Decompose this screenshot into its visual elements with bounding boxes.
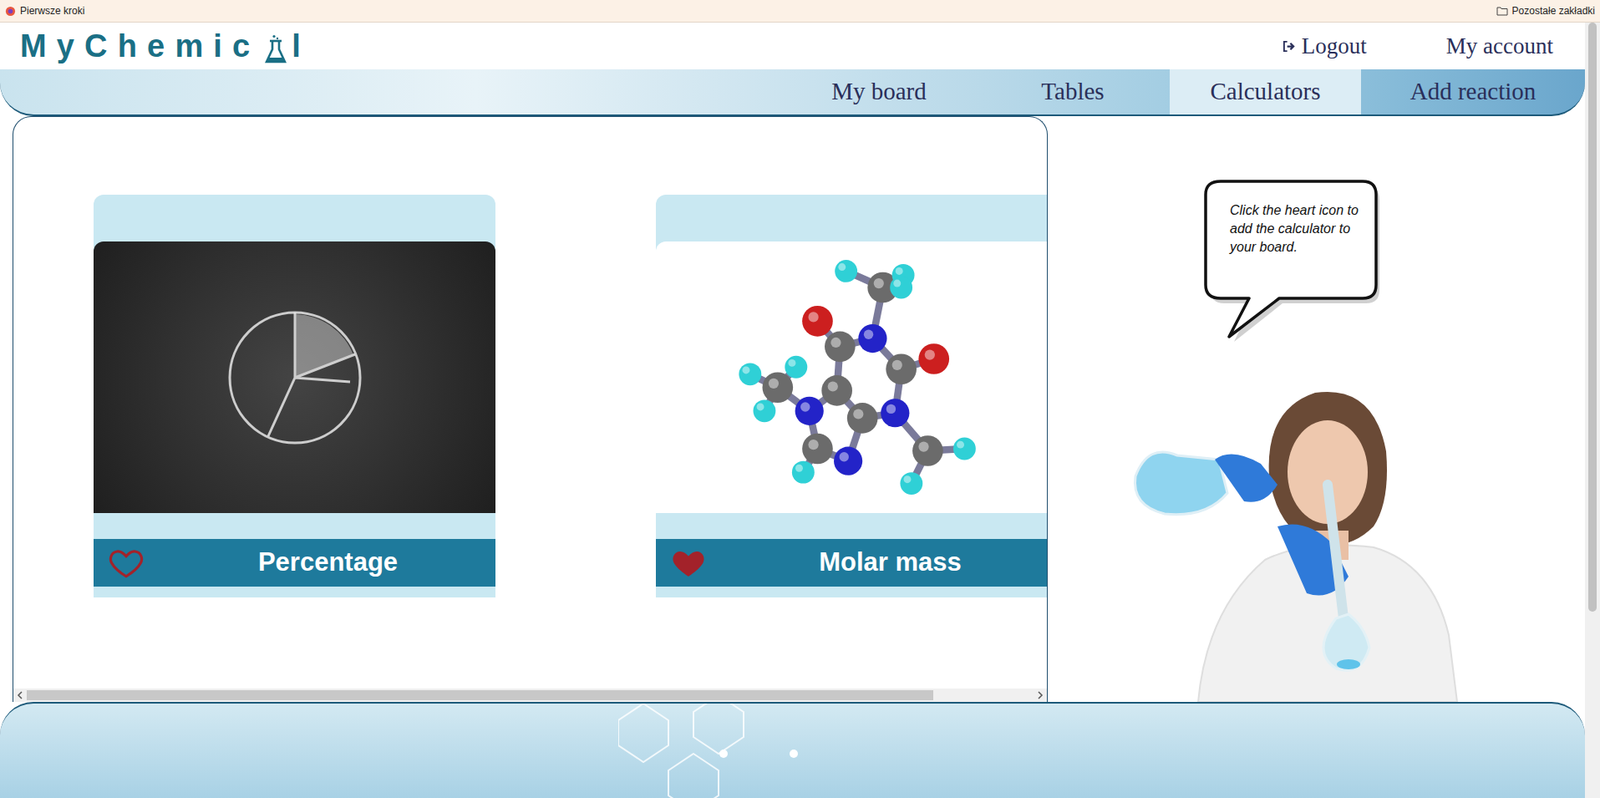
- molecule-icon: [655, 241, 1047, 514]
- hexagon-decoration-icon: [618, 703, 836, 798]
- main-nav: My boardTablesCalculatorsAdd reaction: [0, 69, 1585, 117]
- hint-bubble: Click the heart icon to add the calculat…: [1198, 176, 1385, 344]
- scroll-right-icon[interactable]: [1033, 688, 1047, 702]
- nav-item[interactable]: My board: [782, 69, 976, 115]
- bookmark[interactable]: Pierwsze kroki: [5, 3, 85, 19]
- molar-mass-image: [655, 241, 1047, 514]
- horizontal-scrollbar[interactable]: [13, 688, 1047, 702]
- site-footer: [0, 701, 1585, 798]
- scroll-thumb[interactable]: [26, 690, 934, 701]
- heart-icon[interactable]: [670, 545, 707, 581]
- nav-item[interactable]: Tables: [975, 69, 1170, 115]
- scroll-left-icon[interactable]: [13, 688, 27, 702]
- percentage-image: [93, 241, 496, 514]
- logout-icon: [1282, 40, 1296, 53]
- folder-icon: [1496, 5, 1509, 16]
- heart-icon[interactable]: [108, 545, 144, 581]
- logo[interactable]: MyChemicl: [20, 27, 311, 65]
- flask-icon: [264, 34, 287, 65]
- calculators-panel: Percentage Molar mass: [12, 116, 1048, 702]
- speech-bubble-icon: [1198, 176, 1385, 344]
- my-account-link[interactable]: My account: [1446, 29, 1554, 64]
- calculator-card[interactable]: Molar mass: [655, 194, 1047, 598]
- pie-chart-icon: [219, 302, 371, 453]
- vertical-scrollbar[interactable]: [1584, 22, 1600, 798]
- scientist-image: [1097, 359, 1524, 702]
- other-bookmarks[interactable]: Pozostałe zakładki: [1496, 3, 1595, 19]
- calculator-card[interactable]: Percentage: [93, 194, 496, 598]
- nav-item[interactable]: Calculators: [1169, 69, 1362, 115]
- hint-area: Click the heart icon to add the calculat…: [1047, 116, 1585, 702]
- scroll-thumb[interactable]: [1588, 22, 1597, 612]
- bookmarks-bar: Pierwsze kroki Pozostałe zakładki: [0, 0, 1600, 23]
- site-header: MyChemicl Logout My account: [0, 22, 1585, 70]
- nav-item[interactable]: Add reaction: [1361, 69, 1585, 115]
- logout-link[interactable]: Logout: [1282, 29, 1367, 64]
- firefox-icon: [5, 5, 16, 17]
